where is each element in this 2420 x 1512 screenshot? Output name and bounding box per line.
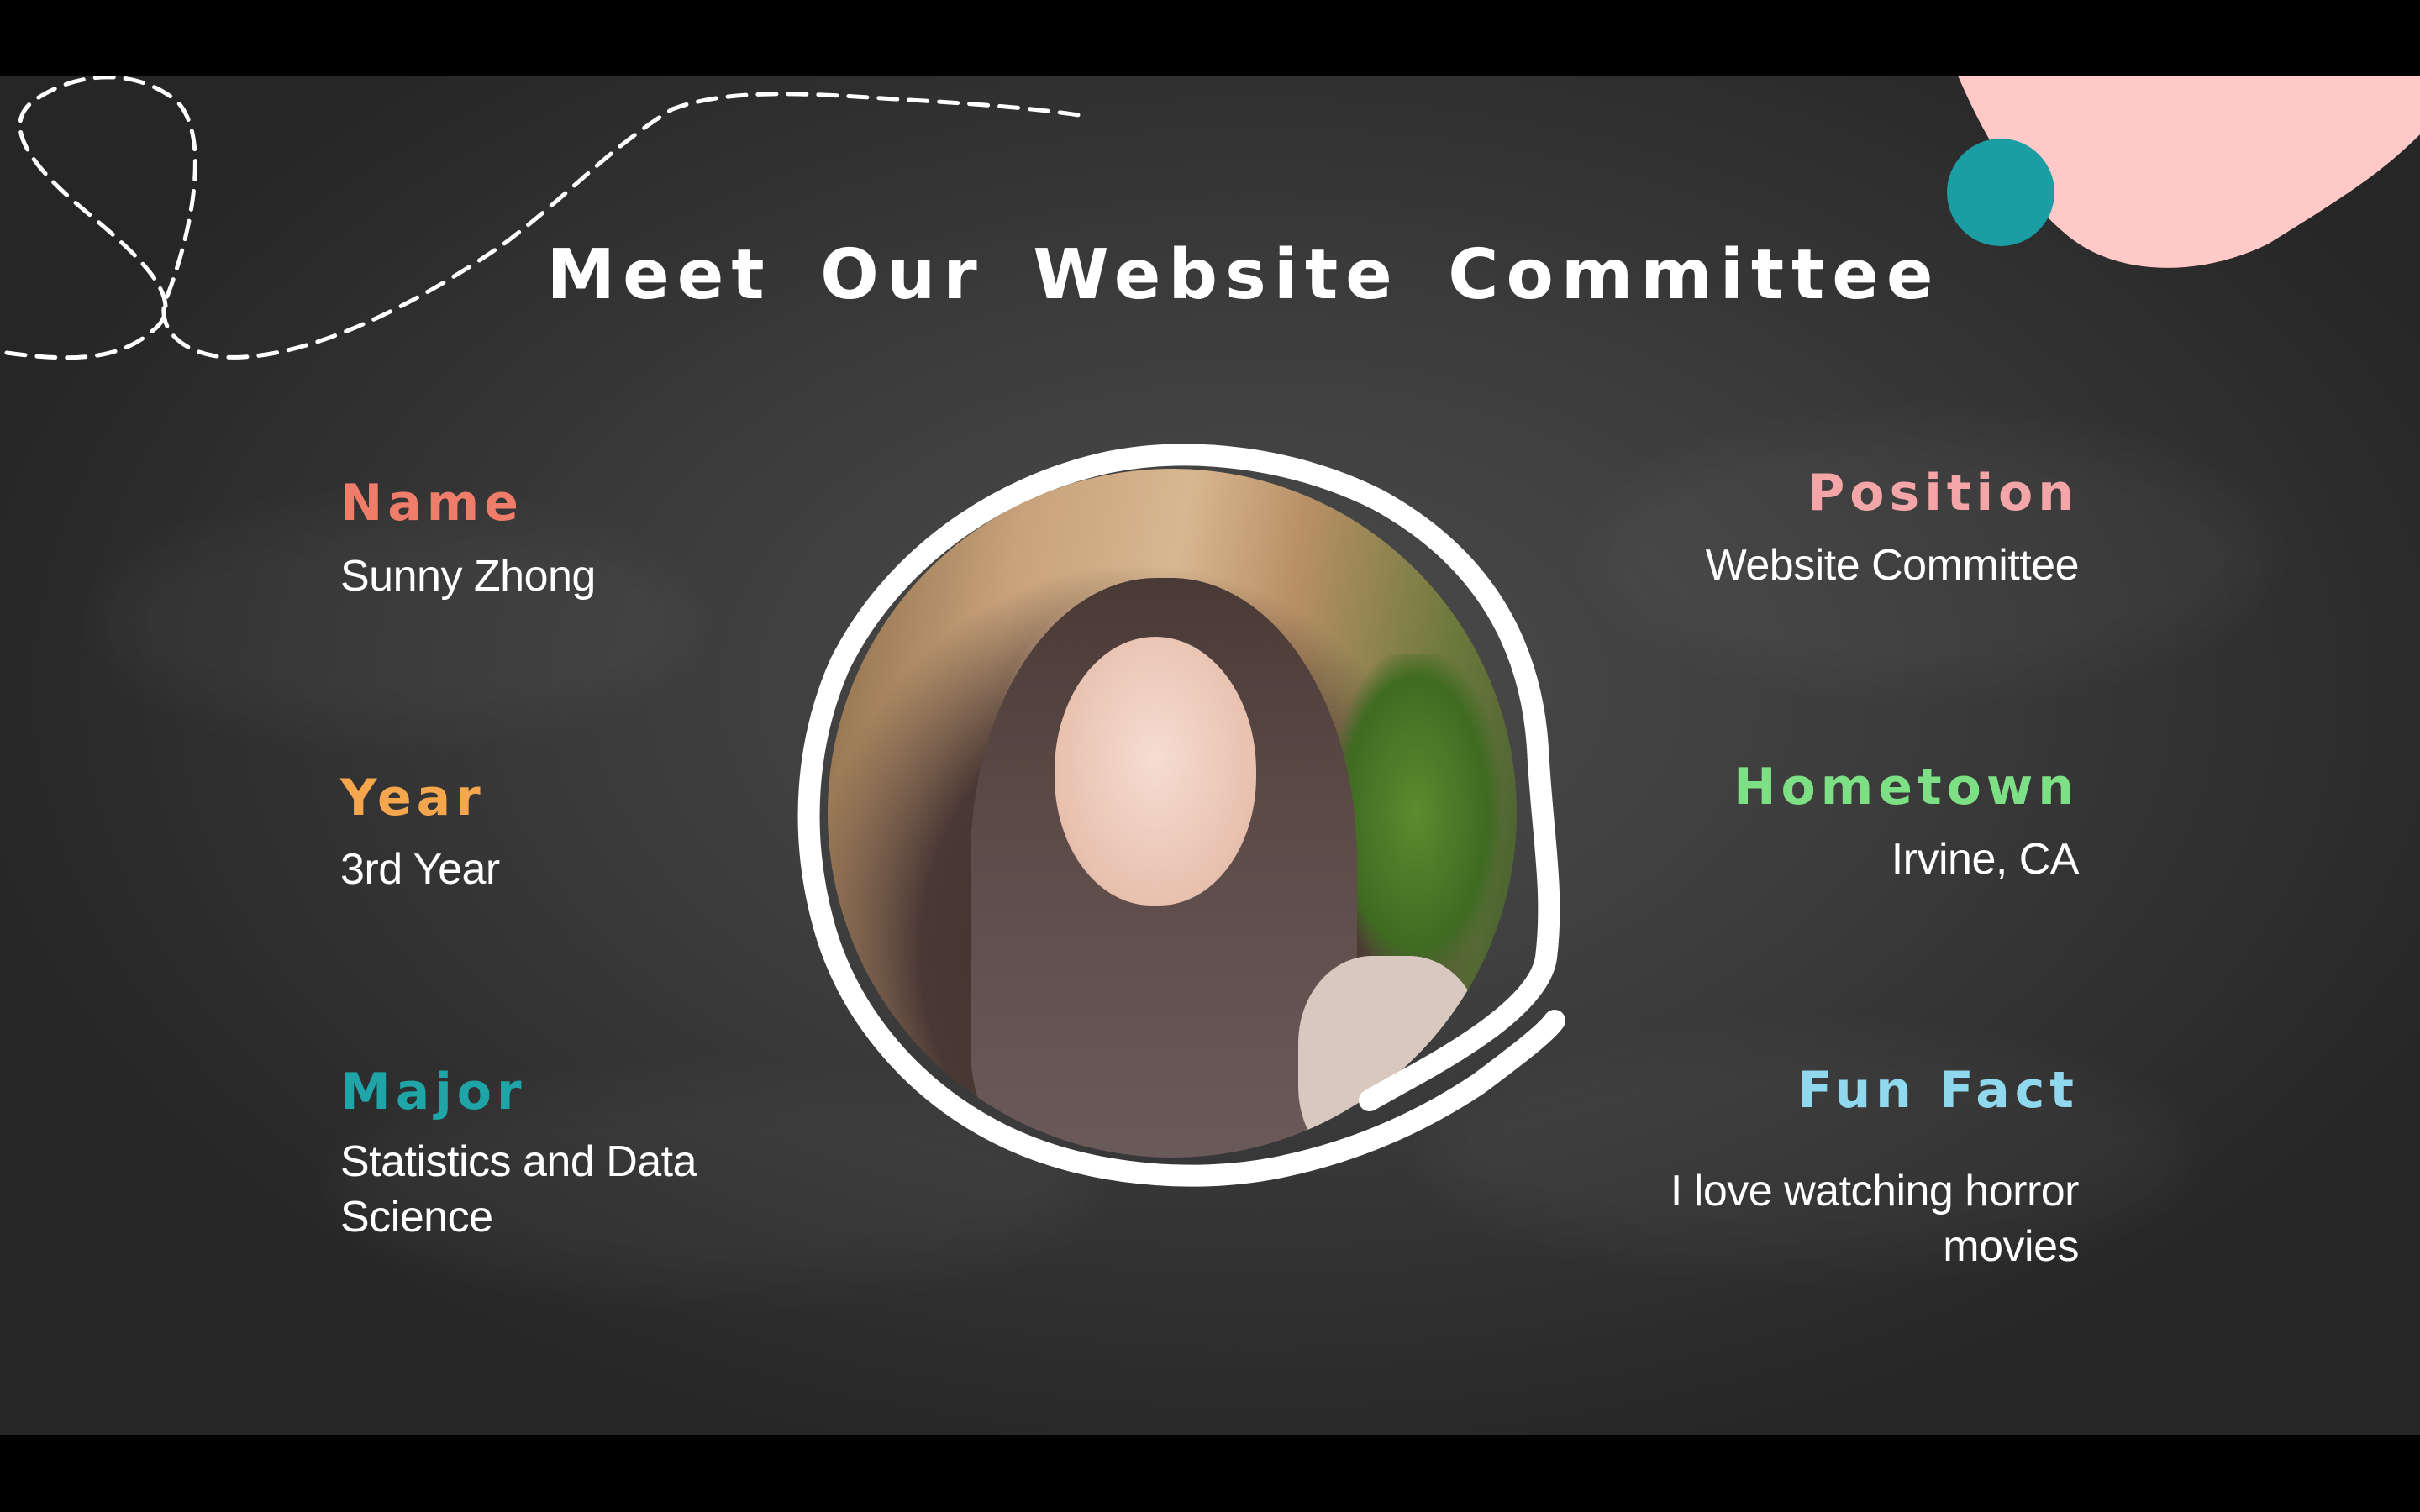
- chalk-circle-stroke: [797, 444, 1565, 1187]
- photo-frame-stroke: [797, 444, 1565, 1187]
- presentation-frame: Meet Our Website Committee Name Sunny Zh…: [0, 0, 2420, 1512]
- slide: Meet Our Website Committee Name Sunny Zh…: [0, 76, 2420, 1435]
